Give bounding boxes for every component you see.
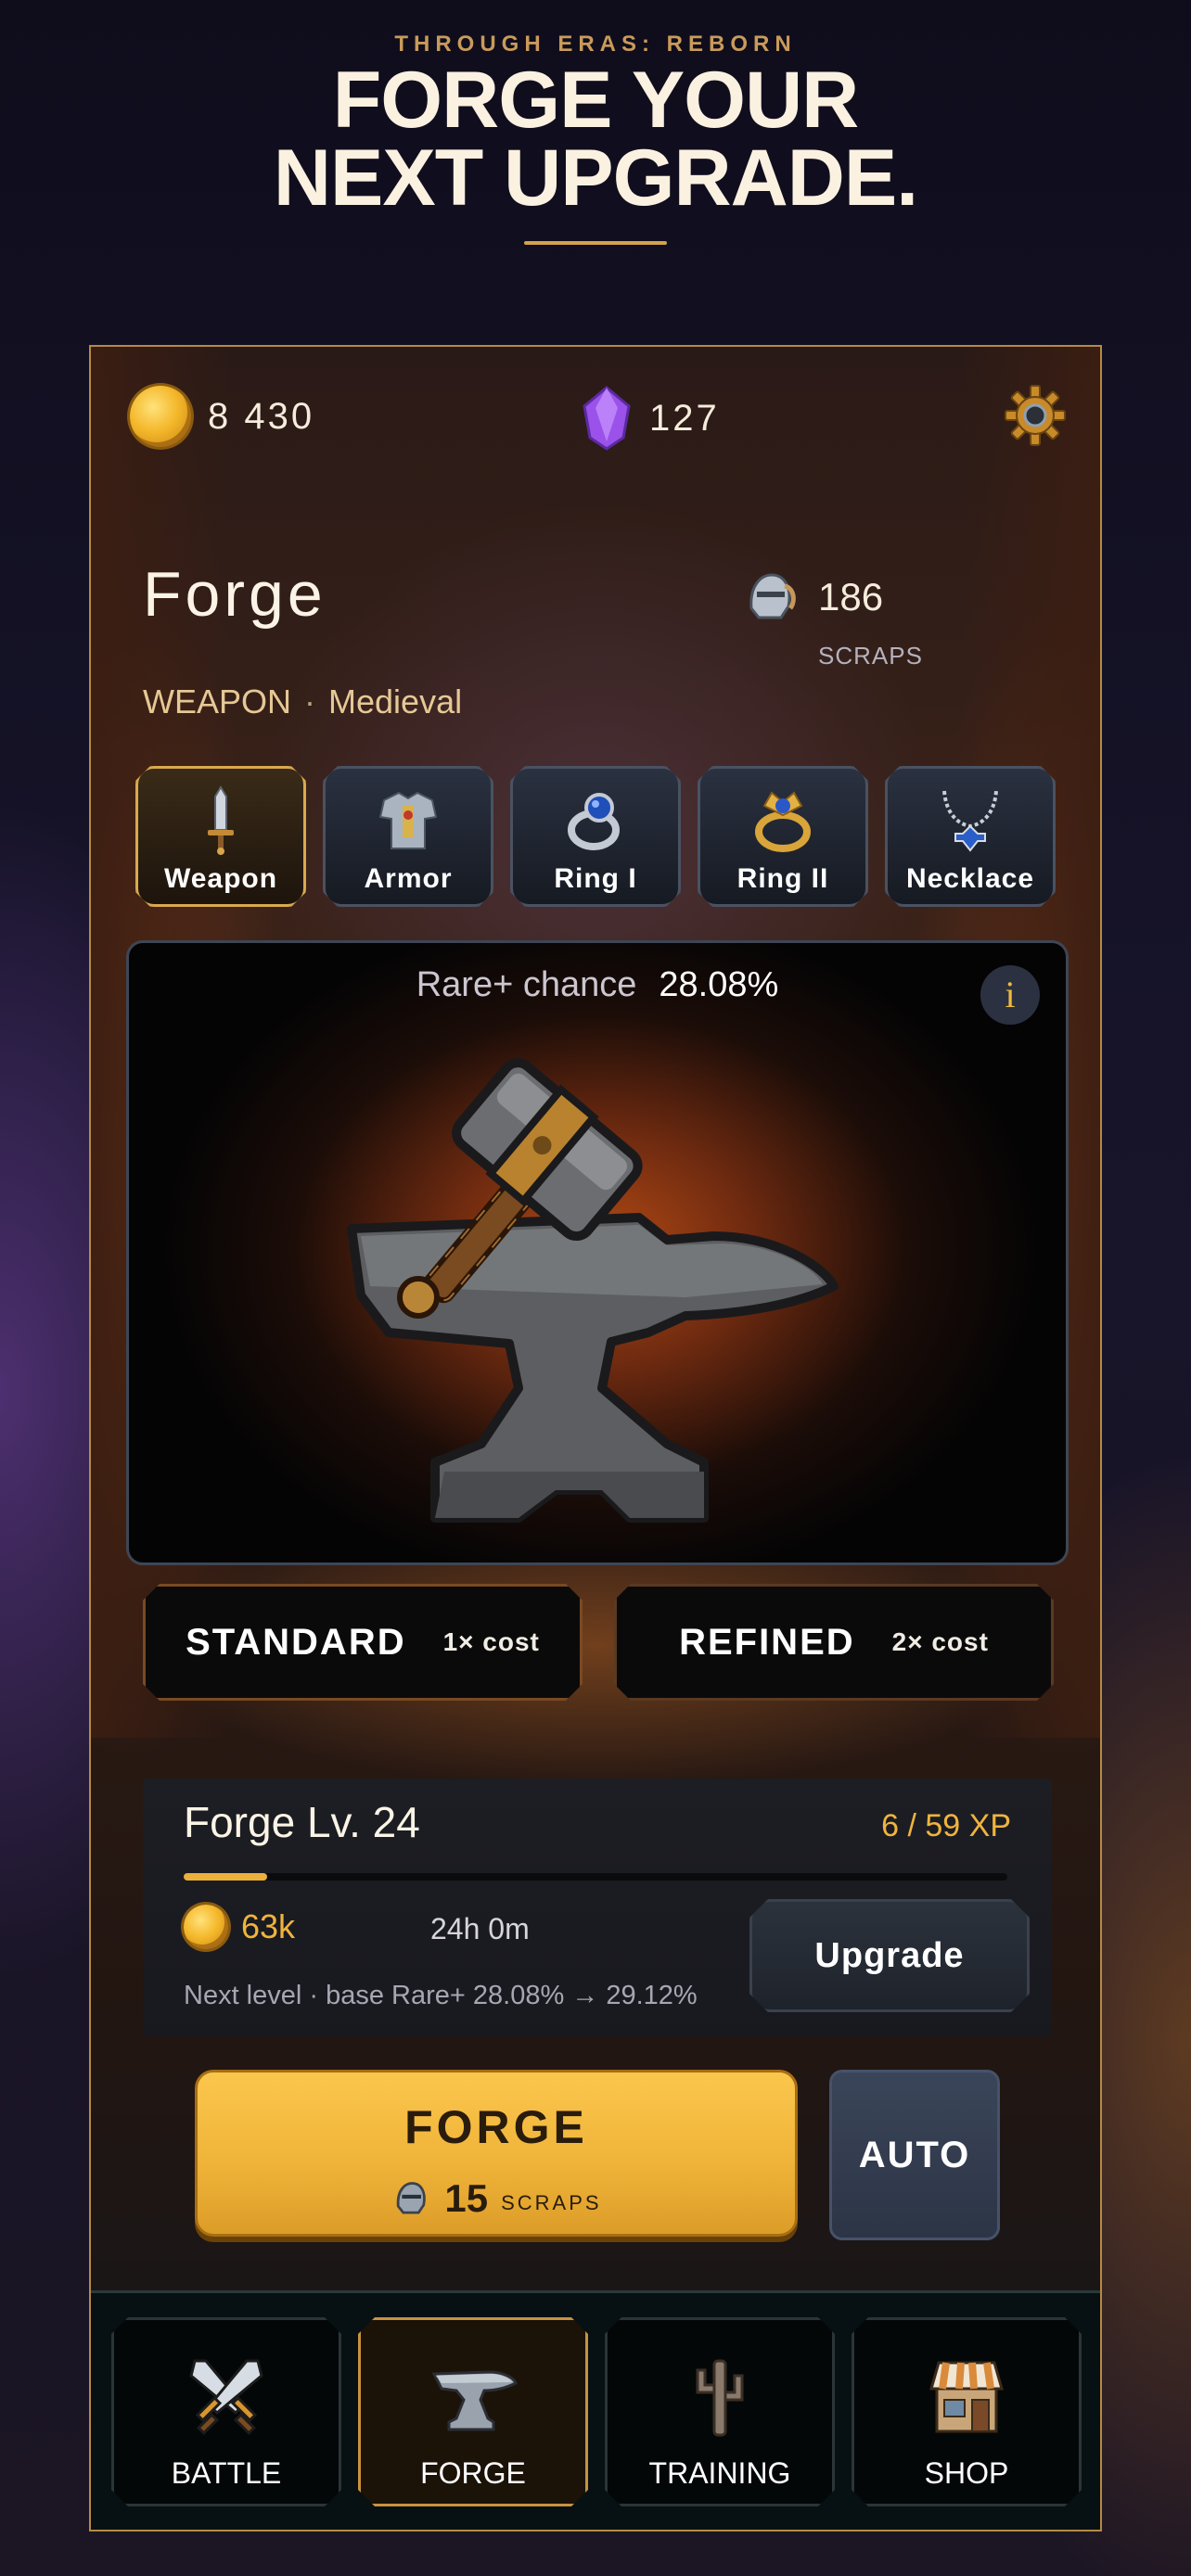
bottom-nav: BATTLE FORGE TRAINING SHOP bbox=[91, 2290, 1100, 2530]
forge-cost: 15 SCRAPS bbox=[198, 2176, 795, 2221]
equipment-tabs: Weapon Armor Ring I Ring II Necklace bbox=[135, 766, 1056, 907]
tab-ring-2[interactable]: Ring II bbox=[698, 766, 868, 907]
ring-icon bbox=[568, 793, 620, 850]
nav-battle[interactable]: BATTLE bbox=[111, 2317, 341, 2506]
crossed-swords-icon bbox=[189, 2359, 263, 2436]
anvil-hammer-icon bbox=[347, 1058, 839, 1523]
tab-label: Ring I bbox=[554, 863, 637, 894]
nav-label: BATTLE bbox=[171, 2456, 282, 2490]
tab-label: Necklace bbox=[905, 863, 1035, 894]
category-label: WEAPON bbox=[143, 682, 292, 721]
nav-label: FORGE bbox=[420, 2456, 526, 2490]
rare-chance-label: Rare+ chance bbox=[416, 965, 637, 1004]
tab-label: Armor bbox=[364, 863, 453, 894]
tab-label: Weapon bbox=[163, 863, 278, 894]
upgrade-cost-value: 63k bbox=[241, 1907, 296, 1945]
rare-chance: Rare+ chance 28.08% bbox=[129, 965, 1066, 1005]
rare-chance-value: 28.08% bbox=[659, 965, 779, 1004]
mode-name: REFINED bbox=[679, 1621, 855, 1663]
forge-level-title: Forge Lv. 24 bbox=[184, 1798, 420, 1846]
gem-icon bbox=[583, 386, 631, 451]
forge-cost-value: 15 bbox=[444, 2176, 489, 2220]
nav-forge[interactable]: FORGE bbox=[358, 2317, 588, 2506]
gem-counter[interactable]: 127 bbox=[581, 386, 720, 451]
forge-xp: 6 / 59 XP bbox=[881, 1808, 1011, 1843]
mode-cost: 2× cost bbox=[891, 1627, 989, 1656]
tab-armor[interactable]: Armor bbox=[323, 766, 493, 907]
nav-label: SHOP bbox=[924, 2456, 1009, 2490]
xp-progress-fill bbox=[184, 1873, 268, 1881]
forge-button[interactable]: FORGE 15 SCRAPS bbox=[195, 2070, 798, 2237]
mode-name: STANDARD bbox=[186, 1621, 406, 1663]
gem-value: 127 bbox=[649, 397, 720, 439]
necklace-icon bbox=[942, 790, 998, 852]
phone-screen: 8 430 127 Forge 186 SCRAPS WEAPON · Medi… bbox=[89, 345, 1102, 2531]
scraps-helmet-icon bbox=[397, 2182, 427, 2214]
dagger-icon bbox=[208, 785, 234, 855]
shop-icon bbox=[929, 2361, 1004, 2433]
tab-ring-1[interactable]: Ring I bbox=[510, 766, 681, 907]
gold-coin-icon bbox=[184, 1905, 228, 1949]
upgrade-button[interactable]: Upgrade bbox=[749, 1899, 1030, 2012]
headline-divider bbox=[524, 241, 667, 245]
app-kicker: THROUGH ERAS: REBORN bbox=[394, 32, 797, 57]
era-label: Medieval bbox=[328, 682, 463, 721]
refined-mode-button[interactable]: REFINED 2× cost bbox=[614, 1584, 1054, 1701]
context-separator: · bbox=[304, 682, 316, 721]
nav-training[interactable]: TRAINING bbox=[605, 2317, 835, 2506]
settings-gear-icon[interactable] bbox=[1004, 384, 1067, 447]
armor-icon bbox=[378, 791, 438, 849]
next-level-info: Next level · base Rare+ 28.08% → 29.12% bbox=[184, 1981, 698, 2010]
nav-shop[interactable]: SHOP bbox=[852, 2317, 1082, 2506]
forge-context: WEAPON · Medieval bbox=[143, 682, 462, 721]
scraps-counter: 186 bbox=[740, 567, 883, 627]
mode-cost: 1× cost bbox=[442, 1627, 540, 1656]
upgrade-duration: 24h 0m bbox=[430, 1912, 530, 1945]
ring-gold-icon bbox=[755, 791, 811, 852]
forge-button-label: FORGE bbox=[404, 2101, 588, 2153]
training-dummy-icon bbox=[696, 2359, 744, 2437]
upgrade-cost: 63k bbox=[184, 1905, 295, 1949]
forge-level-panel: Forge Lv. 24 6 / 59 XP 63k 24h 0m Next l… bbox=[143, 1779, 1052, 2036]
nav-label: TRAINING bbox=[648, 2456, 791, 2490]
screen-title: Forge bbox=[143, 559, 327, 630]
tab-label: Ring II bbox=[736, 863, 829, 894]
info-button[interactable]: i bbox=[980, 965, 1040, 1025]
headline-line-2: NEXT UPGRADE. bbox=[273, 134, 918, 223]
tab-necklace[interactable]: Necklace bbox=[885, 766, 1056, 907]
standard-mode-button[interactable]: STANDARD 1× cost bbox=[143, 1584, 583, 1701]
scraps-label: SCRAPS bbox=[818, 642, 923, 670]
headline-line-1: FORGE YOUR bbox=[332, 56, 860, 145]
gold-value: 8 430 bbox=[208, 395, 315, 437]
forge-showcase: Rare+ chance 28.08% i bbox=[126, 940, 1069, 1565]
tab-weapon[interactable]: Weapon bbox=[135, 766, 306, 907]
scraps-helmet-icon bbox=[749, 573, 796, 619]
forge-cost-unit: SCRAPS bbox=[501, 2191, 602, 2214]
auto-button[interactable]: AUTO bbox=[829, 2070, 1000, 2240]
gold-coin-icon bbox=[130, 386, 191, 447]
marketing-headline: FORGE YOUR NEXT UPGRADE. bbox=[0, 56, 1191, 223]
anvil-icon bbox=[431, 2370, 518, 2431]
xp-progress-bar bbox=[184, 1873, 1007, 1881]
scraps-value: 186 bbox=[818, 575, 884, 618]
gold-counter[interactable]: 8 430 bbox=[130, 386, 314, 447]
